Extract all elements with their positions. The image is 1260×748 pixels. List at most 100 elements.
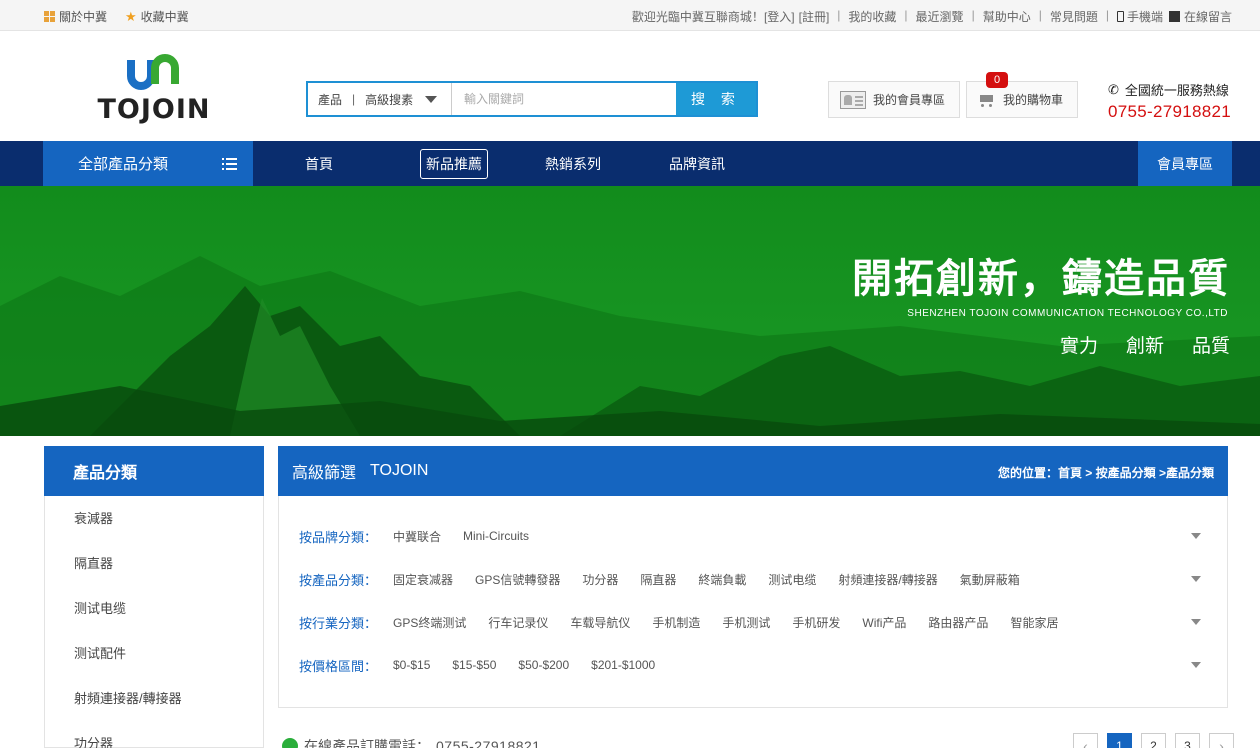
- mobile-link[interactable]: 手機端: [1116, 8, 1163, 25]
- banner-motto: 實力 創新 品質: [1059, 336, 1230, 357]
- prev-page-button[interactable]: ‹: [1073, 733, 1098, 748]
- expand-arrow-icon[interactable]: [1191, 619, 1201, 625]
- member-zone-button[interactable]: 我的會員專區: [828, 81, 960, 118]
- breadcrumb[interactable]: 您的位置：首頁 > 按產品分類 >產品分類: [998, 464, 1214, 481]
- expand-arrow-icon[interactable]: [1191, 576, 1201, 582]
- filter-option[interactable]: 手机测试: [722, 614, 770, 631]
- nav-items: 首頁 新品推薦 熱銷系列 品牌資訊: [300, 141, 783, 186]
- logo-text: TOJOIN: [97, 94, 211, 125]
- filter-panel: 按品牌分類： 中冀联合 Mini-Circuits 按產品分類： 固定衰减器 G…: [278, 496, 1228, 708]
- all-categories-button[interactable]: 全部產品分類: [43, 141, 253, 186]
- filter-option[interactable]: 中冀联合: [393, 528, 441, 545]
- filter-brand: TOJOIN: [370, 462, 429, 479]
- filter-row-price: 按價格區間： $0-$15 $15-$50 $50-$200 $201-$100…: [299, 655, 1209, 675]
- filter-option[interactable]: 手机制造: [652, 614, 700, 631]
- filter-option[interactable]: Mini-Circuits: [463, 529, 529, 543]
- mobile-icon: [1116, 11, 1124, 22]
- filter-option[interactable]: $201-$1000: [591, 658, 655, 672]
- list-icon: [222, 158, 237, 170]
- filter-option[interactable]: 功分器: [582, 571, 618, 588]
- filter-option[interactable]: 路由器产品: [928, 614, 988, 631]
- main-nav: 全部產品分類 首頁 新品推薦 熱銷系列 品牌資訊 會員專區: [0, 141, 1260, 186]
- filter-title: 高級篩選: [292, 465, 357, 482]
- filter-row-industry: 按行業分類： GPS终端测试 行车记录仪 车载导航仪 手机制造 手机测试 手机研…: [299, 612, 1209, 632]
- filter-option[interactable]: 手机研发: [792, 614, 840, 631]
- next-page-button[interactable]: ›: [1209, 733, 1234, 748]
- sidebar-item-test-cable[interactable]: 测试电缆: [74, 586, 263, 631]
- cart-button[interactable]: 我的購物車: [966, 81, 1078, 118]
- filter-option[interactable]: 车载导航仪: [570, 614, 630, 631]
- search-button[interactable]: 搜 索: [676, 83, 756, 115]
- page-button[interactable]: 2: [1141, 733, 1166, 748]
- sidebar-item-rf-connector[interactable]: 射頻連接器/轉接器: [74, 676, 263, 721]
- filter-option[interactable]: $50-$200: [518, 658, 569, 672]
- hero-banner: 開拓創新，鑄造品質 SHENZHEN TOJOIN COMMUNICATION …: [0, 186, 1260, 436]
- recent-views-link[interactable]: 最近瀏覽: [916, 8, 964, 25]
- sidebar-list: 衰減器 隔直器 测试电缆 测试配件 射頻連接器/轉接器 功分器: [45, 496, 263, 748]
- divider: |: [1105, 8, 1109, 22]
- message-link[interactable]: 在線留言: [1168, 8, 1232, 25]
- faq-link[interactable]: 常見問題: [1050, 8, 1098, 25]
- divider: |: [971, 8, 975, 22]
- filter-option[interactable]: $15-$50: [452, 658, 496, 672]
- filter-option[interactable]: Wifi产品: [862, 614, 906, 631]
- top-bar-right: 歡迎光臨中冀互聯商城！ [登入] [註冊] | 我的收藏 | 最近瀏覽 | 幫助…: [632, 8, 1232, 25]
- about-link[interactable]: 關於中冀: [44, 8, 107, 25]
- page-button[interactable]: 1: [1107, 733, 1132, 748]
- banner-company: SHENZHEN TOJOIN COMMUNICATION TECHNOLOGY…: [907, 308, 1228, 319]
- nav-member-zone[interactable]: 會員專區: [1138, 141, 1232, 186]
- filter-option[interactable]: 氣動屏蔽箱: [960, 571, 1020, 588]
- banner-headline: 開拓創新，鑄造品質: [852, 257, 1230, 301]
- member-card-icon: [840, 90, 866, 109]
- filter-option[interactable]: GPS终端测试: [393, 614, 466, 631]
- site-logo[interactable]: TOJOIN: [84, 50, 224, 125]
- page-button[interactable]: 3: [1175, 733, 1200, 748]
- top-bar-left: 關於中冀 ★ 收藏中冀: [44, 8, 189, 25]
- pagination: ‹ 1 2 3 ›: [1073, 733, 1243, 748]
- edit-icon: [1168, 11, 1180, 22]
- filter-option[interactable]: 終端負載: [698, 571, 746, 588]
- caret-down-icon: [425, 95, 438, 103]
- nav-item-hot[interactable]: 熱銷系列: [540, 150, 606, 178]
- welcome-text: 歡迎光臨中冀互聯商城！: [631, 10, 764, 24]
- logo-mark-icon: [127, 54, 179, 90]
- divider: |: [352, 92, 356, 106]
- filter-row-brand: 按品牌分類： 中冀联合 Mini-Circuits: [299, 526, 1209, 546]
- filter-option[interactable]: 射頻連接器/轉接器: [838, 571, 937, 588]
- chat-icon: [282, 738, 298, 748]
- filter-option[interactable]: 固定衰减器: [393, 571, 453, 588]
- nav-item-brand[interactable]: 品牌資訊: [664, 150, 730, 178]
- register-link[interactable]: [註冊]: [799, 8, 830, 25]
- star-icon: ★: [125, 9, 137, 24]
- favorite-link[interactable]: ★ 收藏中冀: [125, 8, 189, 25]
- sidebar-item-test-accessory[interactable]: 测试配件: [74, 631, 263, 676]
- divider: |: [837, 8, 841, 22]
- search-category-select[interactable]: 產品 | 高級搜素: [308, 83, 452, 115]
- filter-row-product: 按產品分類： 固定衰减器 GPS信號轉發器 功分器 隔直器 終端負載 测试电缆 …: [299, 569, 1209, 589]
- filter-option[interactable]: 智能家居: [1010, 614, 1058, 631]
- search-bar: 產品 | 高級搜素 搜 索: [306, 81, 758, 117]
- hotline-number: 0755-27918821: [1108, 102, 1232, 121]
- login-link[interactable]: [登入]: [764, 8, 795, 25]
- phone-icon: ✆: [1108, 81, 1119, 97]
- order-phone: 在線產品訂購電話： 0755-27918821: [282, 736, 541, 748]
- sidebar-item-power-divider[interactable]: 功分器: [74, 721, 263, 748]
- category-sidebar: 產品分類 衰減器 隔直器 测试电缆 测试配件 射頻連接器/轉接器 功分器: [44, 446, 264, 748]
- filter-option[interactable]: 测试电缆: [768, 571, 816, 588]
- filter-option[interactable]: 行车记录仪: [488, 614, 548, 631]
- sidebar-item-attenuator[interactable]: 衰減器: [74, 496, 263, 541]
- my-favorites-link[interactable]: 我的收藏: [848, 8, 896, 25]
- top-bar: 關於中冀 ★ 收藏中冀 歡迎光臨中冀互聯商城！ [登入] [註冊] | 我的收藏 …: [0, 0, 1260, 31]
- sidebar-item-dc-block[interactable]: 隔直器: [74, 541, 263, 586]
- filter-option[interactable]: GPS信號轉發器: [475, 571, 560, 588]
- cart-icon: [977, 93, 995, 107]
- nav-item-home[interactable]: 首頁: [300, 150, 338, 178]
- expand-arrow-icon[interactable]: [1191, 533, 1201, 539]
- help-center-link[interactable]: 幫助中心: [983, 8, 1031, 25]
- hotline: ✆ 全國統一服務熱線 0755-27918821: [1108, 80, 1238, 122]
- expand-arrow-icon[interactable]: [1191, 662, 1201, 668]
- filter-option[interactable]: $0-$15: [393, 658, 430, 672]
- nav-item-new[interactable]: 新品推薦: [420, 148, 488, 179]
- search-input[interactable]: [452, 83, 676, 115]
- filter-option[interactable]: 隔直器: [640, 571, 676, 588]
